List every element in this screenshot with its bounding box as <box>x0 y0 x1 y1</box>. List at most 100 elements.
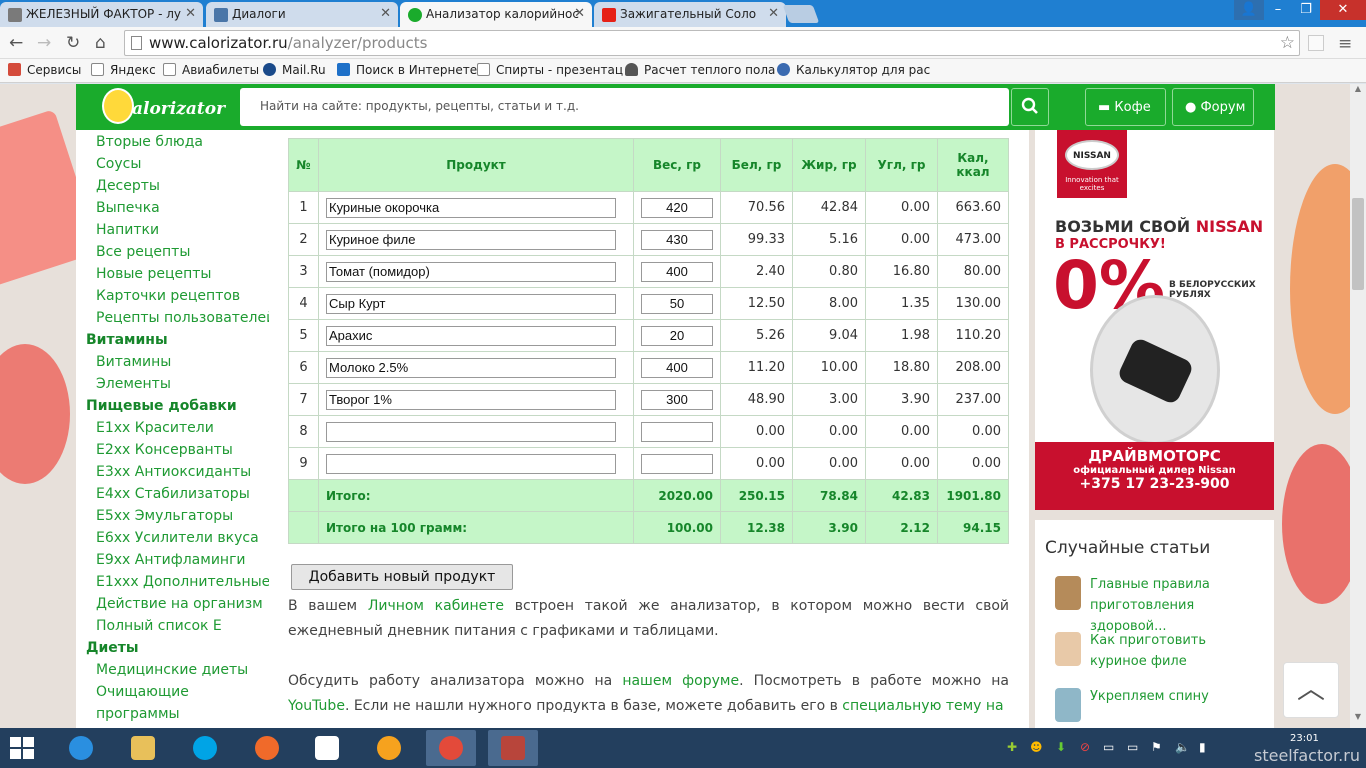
menu-icon[interactable]: ≡ <box>1338 34 1352 54</box>
product-name-input[interactable] <box>326 357 616 378</box>
article-item[interactable]: Главные правила приготовления здоровой..… <box>1055 574 1265 634</box>
sidebar-item[interactable]: E5xx Эмульгаторы <box>96 508 233 524</box>
article-item[interactable]: Укрепляем спину <box>1055 686 1265 726</box>
sidebar-item[interactable]: Выпечка <box>96 200 160 216</box>
browser-tab-1[interactable]: ЖЕЛЕЗНЫЙ ФАКТОР - лу ✕ <box>0 2 203 27</box>
taskbar-skype[interactable] <box>180 730 230 766</box>
product-name-input[interactable] <box>326 325 616 346</box>
tab-close-icon[interactable]: ✕ <box>574 6 585 21</box>
forum-link[interactable]: нашем форуме <box>622 673 739 689</box>
product-name-input[interactable] <box>326 293 616 314</box>
personal-cabinet-link[interactable]: Личном кабинете <box>368 598 504 614</box>
tray-icon[interactable]: ▭ <box>1103 740 1114 754</box>
weight-input[interactable] <box>641 357 713 378</box>
tab-close-icon[interactable]: ✕ <box>768 6 779 21</box>
sidebar-item[interactable]: E3xx Антиоксиданты <box>96 464 251 480</box>
product-name-input[interactable] <box>326 389 616 410</box>
sidebar-item[interactable]: E2xx Консерванты <box>96 442 233 458</box>
sidebar-item[interactable]: Вторые блюда <box>96 134 203 150</box>
product-name-input[interactable] <box>326 261 616 282</box>
product-name-input[interactable] <box>326 421 616 442</box>
site-logo[interactable]: alorizator <box>102 88 225 126</box>
add-product-button[interactable]: Добавить новый продукт <box>291 564 513 590</box>
scroll-down-arrow-icon[interactable]: ▼ <box>1350 712 1366 728</box>
scrollbar-thumb[interactable] <box>1352 198 1364 290</box>
taskbar-ie[interactable] <box>56 730 106 766</box>
special-topic-link[interactable]: специальную тему на <box>842 698 1003 714</box>
new-tab-button[interactable] <box>782 5 820 23</box>
network-icon[interactable]: ▮ <box>1199 740 1206 754</box>
scroll-up-arrow-icon[interactable]: ▲ <box>1350 84 1366 100</box>
sidebar-item[interactable]: программы <box>96 706 180 722</box>
sidebar-item[interactable]: Все рецепты <box>96 244 190 260</box>
sidebar-item[interactable]: Десерты <box>96 178 160 194</box>
browser-tab-2[interactable]: Диалоги ✕ <box>206 2 398 27</box>
nissan-ad-banner[interactable]: NISSAN Innovation that excites ВОЗЬМИ СВ… <box>1035 130 1274 510</box>
weight-input[interactable] <box>641 421 713 442</box>
bookmark-item[interactable]: Расчет теплого пола <box>625 63 775 77</box>
product-name-input[interactable] <box>326 229 616 250</box>
sidebar-item[interactable]: Рецепты пользователей <box>96 310 275 326</box>
user-icon[interactable]: 👤 <box>1234 0 1264 20</box>
youtube-link[interactable]: YouTube <box>288 698 345 714</box>
bookmark-item[interactable]: Яндекс <box>91 63 156 77</box>
sidebar-item[interactable]: E9xx Антифламинги <box>96 552 246 568</box>
clock[interactable]: 23:01 <box>1290 733 1319 744</box>
weight-input[interactable] <box>641 293 713 314</box>
address-bar[interactable]: www.calorizator.ru/analyzer/products ☆ <box>124 30 1300 56</box>
bookmark-star-icon[interactable]: ☆ <box>1280 33 1295 53</box>
bookmark-item[interactable]: Сервисы <box>8 63 81 77</box>
weight-input[interactable] <box>641 453 713 474</box>
reload-icon[interactable]: ↻ <box>66 33 80 53</box>
taskbar-app-2[interactable] <box>488 730 538 766</box>
scroll-to-top-button[interactable]: ︿ <box>1283 662 1339 718</box>
weight-input[interactable] <box>641 197 713 218</box>
sidebar-category[interactable]: Диеты <box>86 640 139 656</box>
sidebar-item[interactable]: Элементы <box>96 376 171 392</box>
article-link[interactable]: Как приготовить куриное филе <box>1090 630 1260 672</box>
site-search-input[interactable]: Найти на сайте: продукты, рецепты, стать… <box>240 88 1009 126</box>
product-name-input[interactable] <box>326 453 616 474</box>
bookmark-item[interactable]: Поиск в Интернете <box>337 63 477 77</box>
back-icon[interactable]: ← <box>9 33 23 53</box>
bookmark-item[interactable]: Спирты - презентац <box>477 63 623 77</box>
volume-icon[interactable]: 🔈 <box>1175 740 1190 754</box>
flag-icon[interactable]: ⚑ <box>1151 740 1162 754</box>
taskbar-mail[interactable] <box>364 730 414 766</box>
forward-icon[interactable]: → <box>37 33 51 53</box>
bookmark-item[interactable]: Калькулятор для рас <box>777 63 930 77</box>
download-icon[interactable]: ⬇ <box>1056 740 1066 754</box>
tab-close-icon[interactable]: ✕ <box>380 6 391 21</box>
minimize-icon[interactable]: – <box>1264 0 1292 20</box>
tray-icon[interactable]: ✚ <box>1007 740 1017 754</box>
site-search-button[interactable] <box>1011 88 1049 126</box>
article-item[interactable]: Как приготовить куриное филе <box>1055 630 1265 674</box>
tab-close-icon[interactable]: ✕ <box>185 6 196 21</box>
sidebar-item[interactable]: Очищающие <box>96 684 189 700</box>
product-name-input[interactable] <box>326 197 616 218</box>
weight-input[interactable] <box>641 325 713 346</box>
sidebar-item[interactable]: Напитки <box>96 222 159 238</box>
weight-input[interactable] <box>641 261 713 282</box>
sidebar-item[interactable]: E1xx Красители <box>96 420 214 436</box>
bookmark-item[interactable]: Авиабилеты <box>163 63 259 77</box>
sidebar-item[interactable]: Карточки рецептов <box>96 288 240 304</box>
sidebar-item[interactable]: E6xx Усилители вкуса <box>96 530 259 546</box>
home-icon[interactable]: ⌂ <box>95 33 106 53</box>
article-link[interactable]: Главные правила приготовления здоровой..… <box>1090 574 1260 637</box>
article-link[interactable]: Укрепляем спину <box>1090 686 1260 707</box>
page-scrollbar[interactable]: ▲ ▼ <box>1350 84 1366 728</box>
tray-icon[interactable]: ⊘ <box>1080 740 1090 754</box>
forum-button[interactable]: ● Форум <box>1172 88 1254 126</box>
sidebar-item[interactable]: Полный список Е <box>96 618 222 634</box>
windows-start-icon[interactable] <box>10 737 36 761</box>
extension-icon[interactable] <box>1308 35 1324 51</box>
sidebar-item[interactable]: E1xxx Дополнительные <box>96 574 270 590</box>
restore-icon[interactable]: ❐ <box>1292 0 1320 20</box>
browser-tab-4[interactable]: Зажигательный Соло ✕ <box>594 2 786 27</box>
sidebar-item[interactable]: Витамины <box>96 354 171 370</box>
sidebar-item[interactable]: Новые рецепты <box>96 266 211 282</box>
taskbar-yandex[interactable] <box>302 730 352 766</box>
weight-input[interactable] <box>641 389 713 410</box>
tray-icon[interactable]: ▭ <box>1127 740 1138 754</box>
